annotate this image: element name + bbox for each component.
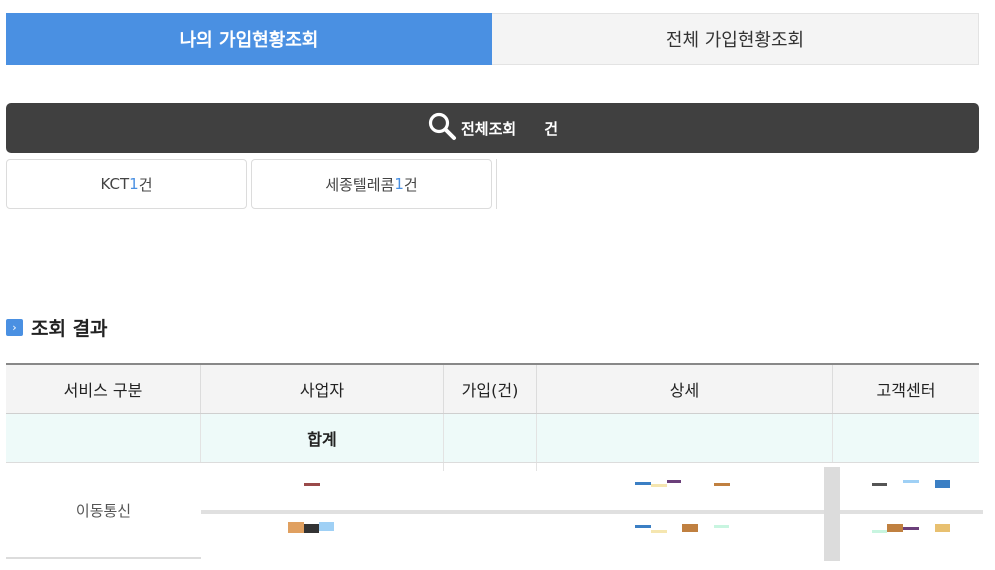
scrollbar-thumb[interactable]: [824, 467, 840, 561]
render-artifact: [887, 524, 903, 532]
row-divider: [201, 510, 983, 514]
table-header: 서비스 구분 사업자 가입(건) 상세 고객센터: [6, 363, 979, 414]
column-divider: [443, 463, 444, 471]
total-customer-center-cell: [833, 414, 979, 462]
render-artifact: [304, 524, 319, 533]
table-row: 이동통신: [6, 463, 983, 561]
total-label: 합계: [201, 414, 444, 462]
column-divider: [536, 463, 537, 471]
render-artifact: [304, 483, 320, 486]
render-artifact: [635, 482, 651, 485]
results-title: 조회 결과: [31, 318, 108, 340]
search-icon: [427, 111, 461, 145]
search-all-label: 전체조회: [460, 119, 517, 138]
service-type-cell: 이동통신: [6, 463, 201, 559]
render-artifact: [667, 480, 681, 483]
carrier-list: KCT 1 건 세종텔레콤 1 건: [6, 159, 497, 209]
total-count-cell: [444, 414, 537, 462]
total-detail-cell: [537, 414, 833, 462]
render-artifact: [714, 483, 730, 486]
render-artifact: [714, 525, 729, 528]
carrier-divider: [496, 159, 497, 209]
carrier-unit: 건: [138, 175, 153, 194]
header-subscription-count: 가입(건): [444, 365, 537, 413]
render-artifact: [903, 527, 919, 530]
render-artifact: [682, 524, 698, 532]
search-all-button[interactable]: 전체조회 건: [6, 103, 979, 153]
tab-my-subscriptions[interactable]: 나의 가입현황조회: [6, 13, 492, 65]
search-all-unit: 건: [544, 119, 558, 138]
chevron-right-icon: ›: [6, 319, 23, 336]
render-artifact: [288, 522, 304, 533]
header-customer-center: 고객센터: [876, 381, 936, 400]
total-service-cell: [6, 414, 201, 462]
tab-bar: 나의 가입현황조회 전체 가입현황조회: [6, 13, 979, 65]
carrier-button-kct[interactable]: KCT 1 건: [6, 159, 247, 209]
render-artifact: [872, 530, 887, 533]
results-table: 서비스 구분 사업자 가입(건) 상세 고객센터 합계 이동통신: [6, 363, 983, 561]
render-artifact: [903, 480, 919, 483]
results-heading: › 조회 결과: [6, 314, 108, 341]
carrier-button-sejong[interactable]: 세종텔레콤 1 건: [251, 159, 492, 209]
carrier-unit: 건: [403, 175, 418, 194]
render-artifact: [635, 525, 651, 528]
header-detail: 상세: [537, 365, 833, 413]
render-artifact: [319, 522, 334, 531]
tab-all-subscriptions[interactable]: 전체 가입현황조회: [492, 13, 979, 65]
carrier-count: 1: [394, 175, 404, 193]
header-provider: 사업자: [201, 365, 444, 413]
carrier-name: KCT: [100, 175, 130, 193]
render-artifact: [651, 530, 667, 533]
total-row: 합계: [6, 414, 979, 463]
render-artifact: [935, 480, 950, 488]
render-artifact: [651, 484, 667, 487]
carrier-count: 1: [129, 175, 139, 193]
render-artifact: [872, 483, 887, 486]
render-artifact: [935, 524, 950, 532]
carrier-name: 세종텔레콤: [325, 175, 395, 194]
header-service-type: 서비스 구분: [6, 365, 201, 413]
